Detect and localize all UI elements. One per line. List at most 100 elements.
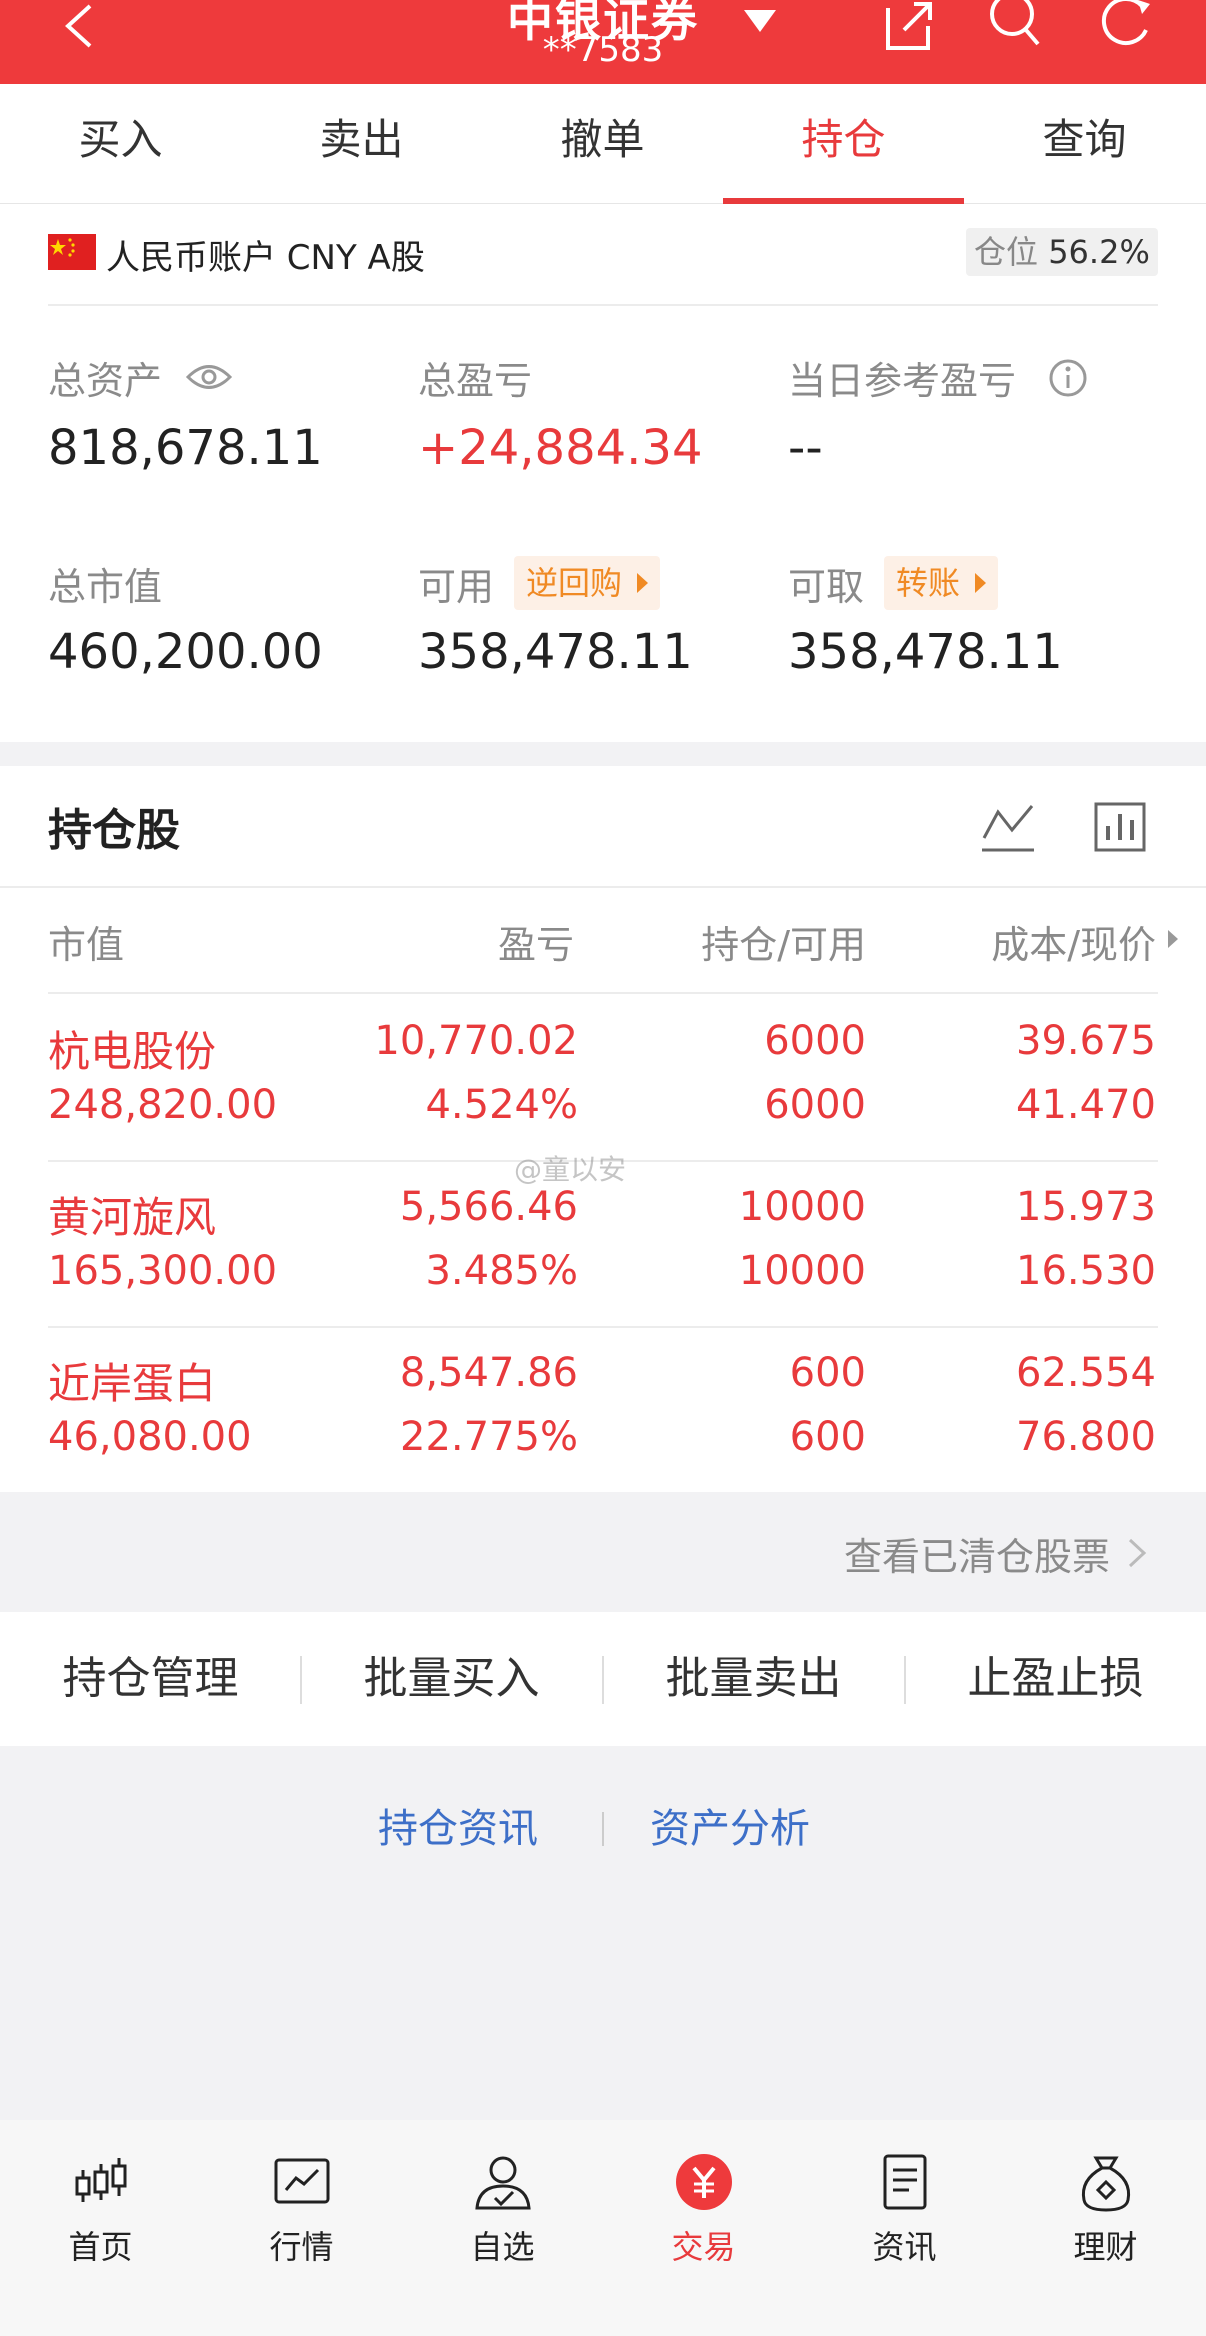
stock-pl: 5,566.46 [399, 1184, 578, 1230]
nav-news[interactable]: 资讯 [804, 2150, 1005, 2280]
column-header-position: 持仓/可用 [701, 923, 866, 967]
position-value: 56.2% [1048, 233, 1150, 271]
tab-query[interactable]: 查询 [964, 84, 1205, 204]
user-check-icon [474, 2156, 531, 2210]
table-row[interactable]: 近岸蛋白 46,080.00 8,547.86 22.775% 600 600 … [0, 1328, 1206, 1494]
stock-position: 6000 [764, 1018, 866, 1064]
withdrawable-label: 可取 [788, 565, 865, 609]
money-bag-icon [1081, 2156, 1130, 2212]
eye-icon[interactable] [186, 362, 232, 392]
nav-label: 行情 [269, 2228, 334, 2266]
nav-label: 理财 [1073, 2228, 1138, 2266]
tab-buy[interactable]: 买入 [0, 84, 241, 204]
batch-buy-button[interactable]: 批量买入 [301, 1612, 602, 1746]
stock-market-value: 248,820.00 [48, 1082, 278, 1128]
position-management-button[interactable]: 持仓管理 [0, 1612, 301, 1746]
watermark-text: @童以安 [514, 1153, 627, 1186]
stock-market-value: 165,300.00 [48, 1248, 278, 1294]
stock-cost: 62.554 [1016, 1350, 1156, 1396]
stock-name: 黄河旋风 [48, 1193, 217, 1242]
nav-watchlist[interactable]: 自选 [402, 2150, 603, 2280]
trend-line-icon[interactable] [980, 798, 1036, 854]
info-icon[interactable] [1048, 358, 1088, 398]
transfer-button[interactable]: 转账 [884, 556, 999, 610]
stock-market-value: 46,080.00 [48, 1414, 252, 1460]
stock-price: 16.530 [1016, 1248, 1156, 1294]
stock-name: 杭电股份 [48, 1027, 217, 1076]
holdings-section: 持仓股 市值 盈亏 持仓/可用 成本/现价 杭电股份 248,820.00 10… [0, 766, 1206, 1492]
stock-name: 近岸蛋白 [48, 1359, 217, 1408]
stock-position: 600 [789, 1350, 866, 1396]
account-type-label[interactable]: 人民币账户 CNY A股 [106, 230, 425, 279]
stock-pl: 10,770.02 [374, 1018, 578, 1064]
nav-label: 首页 [68, 2228, 133, 2266]
nav-wealth[interactable]: 理财 [1005, 2150, 1206, 2280]
stock-pl: 8,547.86 [399, 1350, 578, 1396]
market-value-value: 460,200.00 [48, 624, 323, 680]
total-pl-value: +24,884.34 [418, 420, 703, 476]
stock-cost: 39.675 [1016, 1018, 1156, 1064]
holdings-title: 持仓股 [48, 805, 180, 856]
candlestick-icon [75, 2158, 126, 2202]
cleared-stocks-row[interactable]: 查看已清仓股票 [0, 1492, 1206, 1612]
chevron-right-icon [1128, 1538, 1147, 1568]
bar-chart-icon[interactable] [1092, 798, 1148, 854]
stock-available: 600 [789, 1414, 866, 1460]
stock-available: 6000 [764, 1082, 866, 1128]
stock-pl-pct: 4.524% [425, 1082, 578, 1128]
account-summary: 人民币账户 CNY A股 仓位 56.2% 总资产 818,678.11 总盈亏… [0, 204, 1206, 742]
divider [0, 886, 1206, 888]
batch-sell-button[interactable]: 批量卖出 [603, 1612, 904, 1746]
trade-tabs: 买入 卖出 撤单 持仓 查询 [0, 84, 1206, 204]
divider [48, 304, 1158, 306]
nav-label: 交易 [671, 2228, 736, 2266]
nav-label: 自选 [470, 2228, 535, 2266]
column-header-cost-price[interactable]: 成本/现价 [991, 914, 1156, 969]
stock-available: 10000 [738, 1248, 866, 1294]
nav-label: 资讯 [872, 2228, 937, 2266]
market-value-label: 总市值 [48, 565, 163, 609]
refresh-icon[interactable] [1098, 0, 1158, 52]
column-header-market-value: 市值 [48, 923, 125, 967]
total-assets-label: 总资产 [48, 359, 163, 403]
nav-trade[interactable]: 交易 [603, 2150, 804, 2280]
search-icon[interactable] [986, 0, 1046, 52]
reverse-repo-button[interactable]: 逆回购 [514, 556, 661, 610]
available-label: 可用 [418, 565, 495, 609]
divider [602, 1812, 604, 1846]
stock-pl-pct: 3.485% [425, 1248, 578, 1294]
available-value: 358,478.11 [418, 624, 693, 680]
info-links: 持仓资讯 资产分析 [0, 1790, 1206, 1860]
day-pl-label: 当日参考盈亏 [788, 359, 1017, 403]
cleared-stocks-link[interactable]: 查看已清仓股票 [844, 1526, 1110, 1581]
total-assets-value: 818,678.11 [48, 420, 323, 476]
day-pl-value: -- [788, 420, 823, 476]
yuan-icon [675, 2154, 732, 2210]
asset-analysis-link[interactable]: 资产分析 [650, 1796, 810, 1854]
withdrawable-value: 358,478.11 [788, 624, 1063, 680]
stock-cost: 15.973 [1016, 1184, 1156, 1230]
document-icon [883, 2154, 926, 2210]
nav-market[interactable]: 行情 [201, 2150, 402, 2280]
tab-sell[interactable]: 卖出 [241, 84, 482, 204]
share-icon[interactable] [878, 0, 938, 52]
tab-holdings[interactable]: 持仓 [723, 84, 964, 204]
china-flag-icon [48, 234, 96, 270]
nav-home[interactable]: 首页 [0, 2150, 201, 2280]
stock-price: 76.800 [1016, 1414, 1156, 1460]
position-label: 仓位 [974, 233, 1039, 271]
holding-news-link[interactable]: 持仓资讯 [378, 1796, 538, 1854]
holding-actions-bar: 持仓管理 批量买入 批量卖出 止盈止损 [0, 1612, 1206, 1746]
stock-price: 41.470 [1016, 1082, 1156, 1128]
stock-position: 10000 [738, 1184, 866, 1230]
table-row[interactable]: 杭电股份 248,820.00 10,770.02 4.524% 6000 60… [0, 994, 1206, 1160]
bottom-nav: 首页 行情 自选 交易 资讯 理财 [0, 2120, 1206, 2336]
chevron-right-icon[interactable] [1164, 926, 1182, 952]
column-header-pl: 盈亏 [497, 923, 574, 967]
position-ratio-badge: 仓位 56.2% [966, 228, 1158, 276]
tab-cancel[interactable]: 撤单 [482, 84, 723, 204]
take-profit-stop-loss-button[interactable]: 止盈止损 [905, 1612, 1206, 1746]
market-chart-icon [274, 2158, 329, 2204]
total-pl-label: 总盈亏 [418, 359, 533, 403]
app-header: 中银证券 **7583 [0, 0, 1206, 84]
